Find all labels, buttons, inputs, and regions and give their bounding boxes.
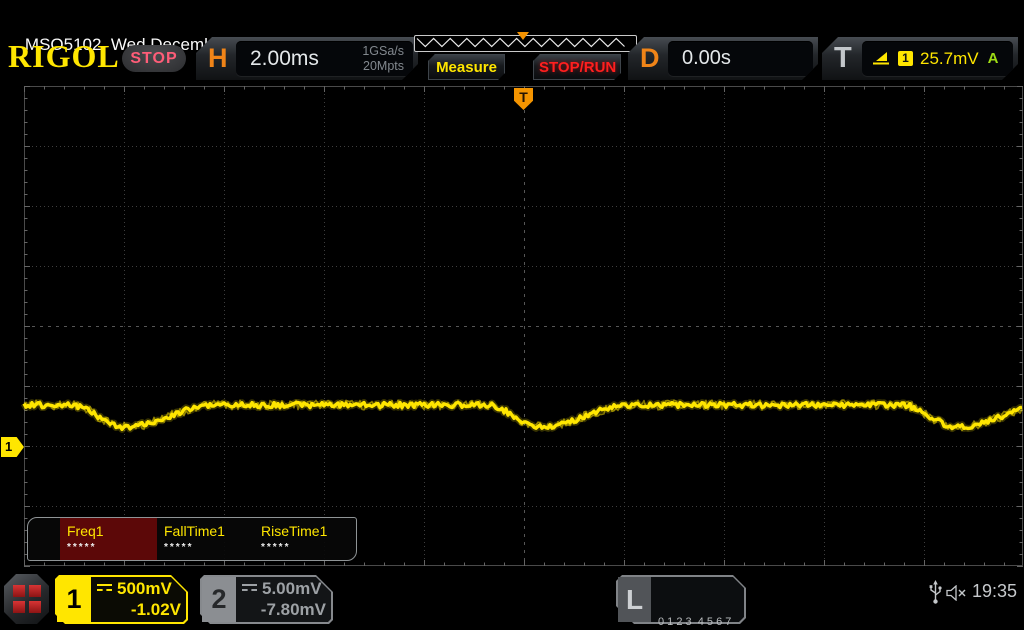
measurement-label: Freq1 — [67, 523, 104, 539]
measurement-value: ***** — [261, 542, 291, 553]
ch1-ground-marker[interactable]: 1 — [1, 437, 24, 457]
rigol-logo: RIGOL — [8, 38, 120, 74]
measurement-value: ***** — [164, 542, 194, 553]
sample-rate: 1GSa/s — [362, 44, 404, 59]
channel1-tab[interactable]: 1 500mV -1.02V — [55, 575, 188, 624]
timebase-value: 2.00ms — [250, 46, 319, 70]
bottom-bar: 1 500mV -1.02V 2 5.00mV -7.80mV L 0 1 2 … — [0, 568, 1024, 630]
measurement-falltime1[interactable]: FallTime1 ***** — [157, 518, 254, 560]
header-bar: RIGOL STOP H 2.00ms 1GSa/s 20Mpts Measur… — [0, 30, 1024, 86]
logic-channel-numbers: 0 1 2 3 4 5 6 7 8 9 10 11 12 13 14 15 — [658, 581, 742, 630]
usb-icon[interactable] — [928, 580, 943, 606]
timebase-inner: 2.00ms 1GSa/s 20Mpts — [236, 41, 413, 76]
trigger-source-badge: 1 — [898, 51, 913, 66]
clock: 19:35 — [972, 581, 1018, 601]
logic-label: L — [618, 577, 651, 622]
measurement-panel: Freq1 ***** FallTime1 ***** RiseTime1 **… — [27, 517, 357, 561]
speaker-muted-icon[interactable] — [946, 585, 968, 601]
measurement-label: FallTime1 — [164, 523, 225, 539]
logic-channels-tab[interactable]: L 0 1 2 3 4 5 6 7 8 9 10 11 12 13 14 15 — [616, 575, 746, 628]
ch1-waveform — [20, 398, 1024, 433]
delay-label: D — [640, 43, 660, 73]
run-state-badge: STOP — [122, 45, 186, 72]
dc-coupling-icon — [97, 583, 112, 595]
trigger-label: T — [834, 42, 852, 74]
grid-menu-icon — [13, 585, 41, 613]
memory-depth: 20Mpts — [363, 58, 404, 73]
trigger-box[interactable]: T 1 25.7mV A — [822, 37, 1018, 80]
trigger-slope-icon — [872, 51, 891, 66]
channel1-number: 1 — [57, 577, 91, 622]
channel2-tab[interactable]: 2 5.00mV -7.80mV — [200, 575, 333, 624]
logic-row-1: 0 1 2 3 4 5 6 7 — [658, 616, 732, 628]
measure-button[interactable]: Measure — [428, 54, 505, 80]
graticule: T 1 Freq1 ***** FallTime1 ***** RiseTime… — [0, 86, 1024, 567]
delay-box[interactable]: D 0.00s — [628, 37, 818, 80]
channel2-values: 5.00mV -7.80mV — [242, 579, 326, 620]
titlebar: MSO5102 Wed December 17 19:35:32 2025 — [0, 0, 1024, 54]
trigger-level-value: 25.7mV — [920, 48, 979, 68]
measurement-freq1[interactable]: Freq1 ***** — [60, 518, 157, 560]
horizontal-timebase-box[interactable]: H 2.00ms 1GSa/s 20Mpts — [196, 37, 418, 80]
channel2-number: 2 — [202, 577, 236, 622]
delay-value: 0.00s — [682, 47, 731, 69]
measurement-spacer — [28, 518, 60, 560]
channel1-values: 500mV -1.02V — [97, 579, 181, 620]
measurement-risetime1[interactable]: RiseTime1 ***** — [254, 518, 351, 560]
stop-run-button[interactable]: STOP/RUN — [533, 54, 621, 80]
menu-button[interactable] — [4, 574, 49, 624]
channel2-offset: -7.80mV — [260, 600, 326, 619]
channel1-scale: 500mV — [117, 579, 172, 598]
acquisition-info: 1GSa/s 20Mpts — [362, 44, 404, 73]
oscilloscope-screen: MSO5102 Wed December 17 19:35:32 2025 RI… — [0, 0, 1024, 630]
trigger-mode: A — [987, 50, 999, 67]
measurement-value: ***** — [67, 542, 97, 553]
channel1-offset: -1.02V — [130, 600, 181, 619]
channel2-scale: 5.00mV — [262, 579, 322, 598]
dc-coupling-icon — [242, 583, 257, 595]
horizontal-label: H — [208, 43, 228, 73]
delay-inner: 0.00s — [668, 41, 813, 76]
measurement-label: RiseTime1 — [261, 523, 328, 539]
trigger-inner: 1 25.7mV A — [862, 41, 1013, 76]
preview-trigger-marker — [517, 32, 529, 40]
